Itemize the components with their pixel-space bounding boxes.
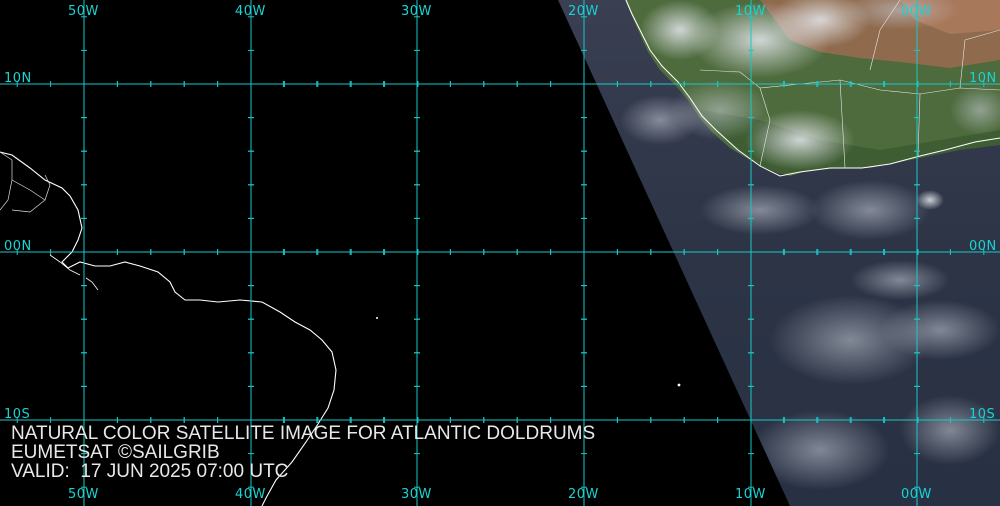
image-title: NATURAL COLOR SATELLITE IMAGE FOR ATLANT… [11, 423, 596, 444]
lon-label-30w-bottom: 30W [401, 487, 432, 502]
lon-label-00w-bottom: 00W [901, 487, 932, 502]
lat-label-00n-left: 00N [4, 239, 32, 254]
lon-label-50w-top: 50W [68, 4, 99, 19]
lat-label-00n-right: 00N [969, 239, 997, 254]
lon-label-30w-top: 30W [401, 4, 432, 19]
image-credit: EUMETSAT ©SAILGRIB [11, 442, 220, 463]
lon-label-40w-bottom: 40W [235, 487, 266, 502]
lat-label-10n-left: 10N [4, 71, 32, 86]
lon-label-10w-bottom: 10W [735, 487, 766, 502]
valid-time: VALID: 17 JUN 2025 07:00 UTC [11, 461, 289, 482]
lon-label-10w-top: 10W [735, 4, 766, 19]
satellite-map: 50W 40W 30W 20W 10W 00W 50W 40W 30W 20W … [0, 0, 1000, 506]
island [677, 383, 681, 387]
lon-label-40w-top: 40W [235, 4, 266, 19]
lat-label-10n-right: 10N [969, 71, 997, 86]
lat-label-10s-left: 10S [4, 407, 31, 422]
lon-label-20w-bottom: 20W [568, 487, 599, 502]
island [376, 317, 378, 319]
lon-label-50w-bottom: 50W [68, 487, 99, 502]
lon-label-00w-top: 00W [901, 4, 932, 19]
lat-label-10s-right: 10S [969, 407, 996, 422]
lon-label-20w-top: 20W [568, 4, 599, 19]
